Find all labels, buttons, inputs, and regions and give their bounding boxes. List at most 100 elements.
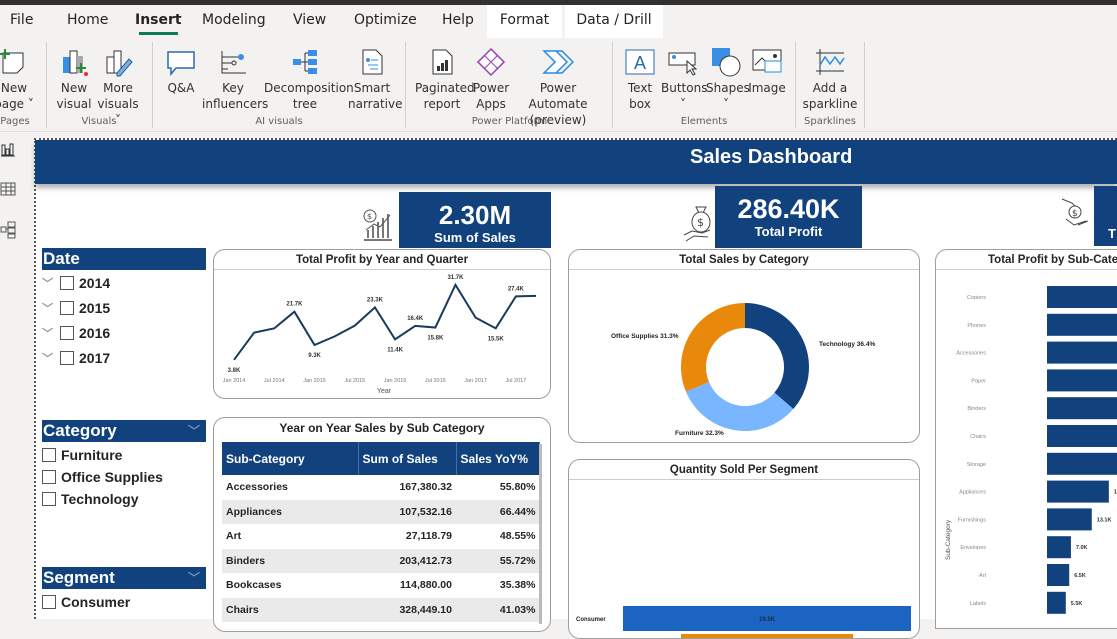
slicer-item[interactable]: ﹀ 2014 [42,272,110,294]
tab-view[interactable]: View [283,5,336,38]
table-row[interactable]: Appliances 107,532.16 66.44% [222,499,540,524]
data-label: 15.5K [488,336,505,342]
category-label: Labels [970,601,986,607]
tab-insert[interactable]: Insert [125,5,192,38]
decomposition-tree-button[interactable]: Decomposition tree [264,44,354,112]
ribbon-separator [612,42,613,128]
slicer-item[interactable]: ﹀ 2016 [42,322,110,344]
column-header[interactable]: Sum of Sales [358,442,457,475]
bar[interactable] [1047,313,1117,336]
bar-next-segment[interactable] [681,634,853,639]
bar[interactable] [1047,591,1066,614]
checkbox[interactable] [60,326,74,340]
buttons-button[interactable]: Buttons ˅ [661,44,707,112]
table-view-icon[interactable] [0,181,16,201]
checkbox[interactable] [42,448,56,462]
x-axis-label: Year [377,388,392,395]
donut-slice-office-supplies[interactable] [681,303,745,392]
expand-chevron-icon[interactable]: ﹀ [42,275,60,291]
data-label: 9.3K [308,353,321,359]
kpi-label: Total Profit [754,224,823,239]
table-cell: 203,412.73 [358,548,456,573]
report-view-icon[interactable] [0,141,16,161]
slicer-item[interactable]: Technology [42,488,139,510]
checkbox[interactable] [60,301,74,315]
table-row[interactable]: Art 27,118.79 48.55% [222,524,540,549]
chevron-down-icon[interactable]: ﹀ [188,420,200,442]
table-row[interactable]: Bookcases 114,880.00 35.38% [222,573,540,598]
model-view-icon[interactable] [0,221,16,243]
column-header[interactable]: Sales YoY% [456,442,540,475]
bar[interactable] [1047,508,1092,531]
table-row[interactable]: Binders 203,412.73 55.72% [222,548,540,573]
x-tick-label: Jan 2017 [464,378,487,384]
table-row[interactable]: Chairs 328,449.10 41.03% [222,597,540,622]
key-influencers-button[interactable]: Key influencers [202,44,268,112]
checkbox[interactable] [42,595,56,609]
smart-narrative-button[interactable]: Smart narrative [348,44,403,112]
expand-chevron-icon[interactable]: ﹀ [42,300,60,316]
slicer-item[interactable]: ﹀ 2015 [42,297,110,319]
expand-chevron-icon[interactable]: ﹀ [42,350,60,366]
tab-data-drill[interactable]: Data / Drill [565,5,663,38]
tab-help[interactable]: Help [432,5,484,38]
data-label: 27.4K [508,286,525,292]
expand-chevron-icon[interactable]: ﹀ [42,325,60,341]
table-row[interactable]: Accessories 167,380.32 55.80% [222,475,540,500]
line-series[interactable] [233,282,537,361]
new-visual-button[interactable]: New visual [56,44,92,112]
category-label: Binders [967,406,986,412]
table-scrollbar[interactable] [539,444,542,624]
group-label-pages: Pages [0,116,30,127]
data-label: 15.8K [427,336,444,342]
bar[interactable] [1047,425,1117,447]
bar[interactable] [1047,480,1109,503]
slicer-item[interactable]: Furniture [42,444,122,466]
bar[interactable] [1047,341,1117,364]
yoy-table-card[interactable]: Year on Year Sales by Sub Category Sub-C… [213,417,551,632]
chevron-down-icon[interactable]: ﹀ [188,567,200,589]
chart-title: Quantity Sold Per Segment [569,460,919,480]
subcategory-bar-card[interactable]: Total Profit by Sub-Category Copiers Phon… [935,249,1117,629]
power-apps-button[interactable]: Power Apps [472,44,510,112]
slicer-item[interactable]: ﹀ 2017 [42,347,110,369]
checkbox[interactable] [42,492,56,506]
image-button[interactable]: Image [748,44,786,96]
bar[interactable] [1047,369,1117,392]
add-sparkline-button[interactable]: Add a sparkline [802,44,858,112]
line-chart-card[interactable]: Total Profit by Year and Quarter 3.8K 21.… [213,249,551,399]
tab-optimize[interactable]: Optimize [344,5,427,38]
bar[interactable] [1047,452,1117,475]
tab-format[interactable]: Format [487,5,562,38]
group-label-sparklines: Sparklines [804,116,856,127]
tab-modeling[interactable]: Modeling [192,5,276,38]
slicer-item[interactable]: Office Supplies [42,466,163,488]
bar[interactable] [1047,564,1070,586]
segment-bar-card[interactable]: Quantity Sold Per Segment Consumer 19.5K [568,459,920,639]
bar[interactable] [1047,397,1117,420]
bar[interactable] [1047,286,1117,308]
table-cell: 41.03% [456,597,540,622]
decomposition-tree-icon [264,44,346,80]
paginated-report-button[interactable]: Paginated report [415,44,475,112]
checkbox[interactable] [42,470,56,484]
donut-slice-technology[interactable] [745,303,809,410]
checkbox[interactable] [60,351,74,365]
column-header[interactable]: Sub-Category [222,442,359,475]
checkbox[interactable] [60,276,74,290]
shapes-button[interactable]: Shapes ˅ [706,44,750,112]
data-label: 16.4K [407,316,424,322]
tab-file[interactable]: File [0,5,43,38]
data-label: 7.0K [1076,545,1088,551]
text-box-button[interactable]: A Text box [622,44,658,112]
new-page-button[interactable]: Newpage ˅ [0,44,36,112]
slicer-date-header: Date [42,248,206,270]
ribbon-separator [405,42,406,128]
qa-icon [162,44,200,80]
donut-chart-card[interactable]: Total Sales by Category Technology 36.4%… [568,249,920,443]
slicer-item[interactable]: Consumer [42,591,130,613]
x-tick-label: Jul 2016 [425,378,446,384]
bar[interactable] [1047,536,1071,559]
tab-home[interactable]: Home [57,5,118,38]
qa-button[interactable]: Q&A [162,44,200,96]
